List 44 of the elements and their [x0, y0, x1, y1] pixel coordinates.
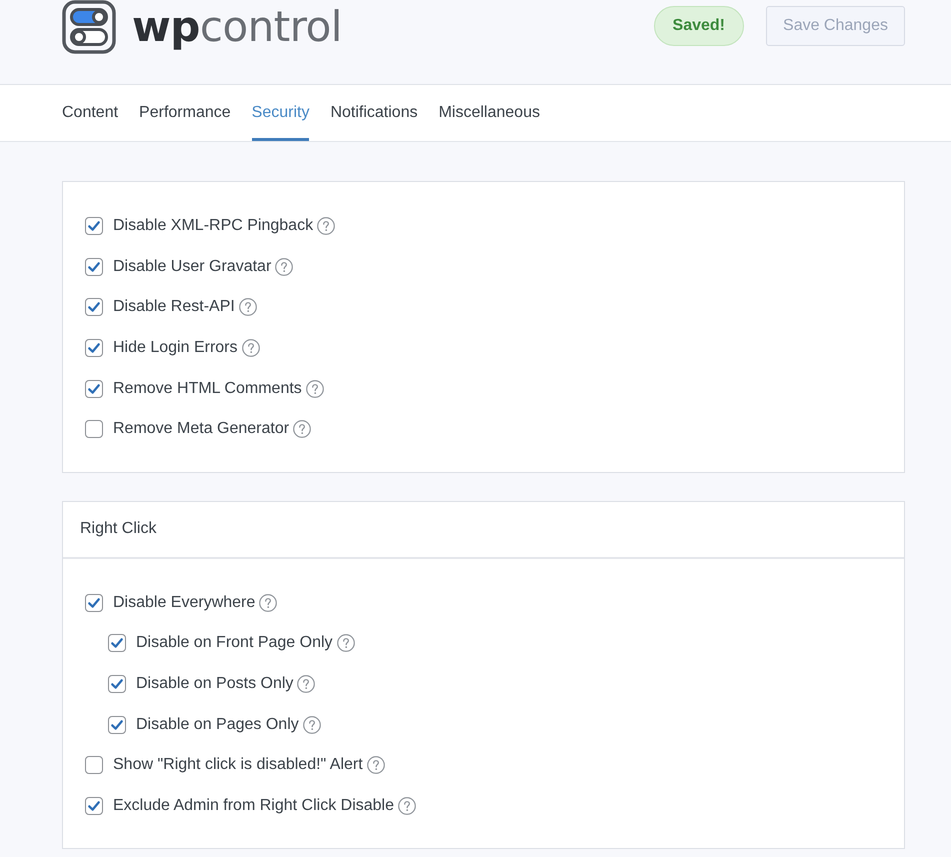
- option-label: Disable Everywhere: [113, 594, 256, 612]
- option-label: Disable on Pages Only: [136, 716, 299, 734]
- checkbox[interactable]: [85, 594, 103, 612]
- tab[interactable]: Performance: [139, 85, 231, 141]
- help-icon[interactable]: [366, 756, 385, 774]
- help-icon[interactable]: [238, 298, 257, 316]
- help-icon[interactable]: [259, 594, 278, 612]
- tab[interactable]: Security: [252, 85, 310, 141]
- checkbox[interactable]: [85, 217, 103, 236]
- tab[interactable]: Miscellaneous: [438, 85, 540, 141]
- checkbox[interactable]: [85, 380, 103, 398]
- help-icon[interactable]: [242, 339, 260, 358]
- tab[interactable]: Notifications: [330, 85, 418, 141]
- saved-status-badge: Saved!: [654, 6, 744, 46]
- checkbox[interactable]: [108, 675, 126, 694]
- checkbox[interactable]: [85, 796, 103, 815]
- help-icon[interactable]: [336, 634, 355, 652]
- checkbox[interactable]: [85, 339, 103, 358]
- help-icon[interactable]: [317, 217, 336, 236]
- checkbox[interactable]: [85, 420, 103, 438]
- help-icon[interactable]: [293, 420, 312, 438]
- help-icon[interactable]: [275, 258, 294, 276]
- option-label: Disable on Front Page Only: [136, 634, 333, 652]
- option-label: Hide Login Errors: [113, 339, 238, 358]
- option-label: Disable User Gravatar: [113, 258, 272, 276]
- help-icon[interactable]: [398, 796, 416, 815]
- checkbox[interactable]: [108, 634, 126, 652]
- logo-text: wpcontrol: [132, 1, 342, 53]
- option-label: Disable on Posts Only: [136, 675, 294, 694]
- option-label: Show "Right click is disabled!" Alert: [113, 756, 363, 774]
- help-icon[interactable]: [302, 716, 321, 734]
- checkbox[interactable]: [108, 716, 126, 734]
- checkbox[interactable]: [85, 258, 103, 276]
- section-title: Right Click: [80, 520, 156, 537]
- tab[interactable]: Content: [62, 85, 118, 141]
- option-label: Remove Meta Generator: [113, 420, 290, 438]
- checkbox[interactable]: [85, 756, 103, 774]
- option-label: Remove HTML Comments: [113, 380, 302, 398]
- checkbox[interactable]: [85, 298, 103, 316]
- help-icon[interactable]: [297, 675, 316, 694]
- option-label: Disable XML-RPC Pingback: [113, 217, 314, 236]
- option-label: Disable Rest-API: [113, 298, 235, 316]
- option-label: Exclude Admin from Right Click Disable: [113, 796, 394, 815]
- help-icon[interactable]: [306, 380, 324, 398]
